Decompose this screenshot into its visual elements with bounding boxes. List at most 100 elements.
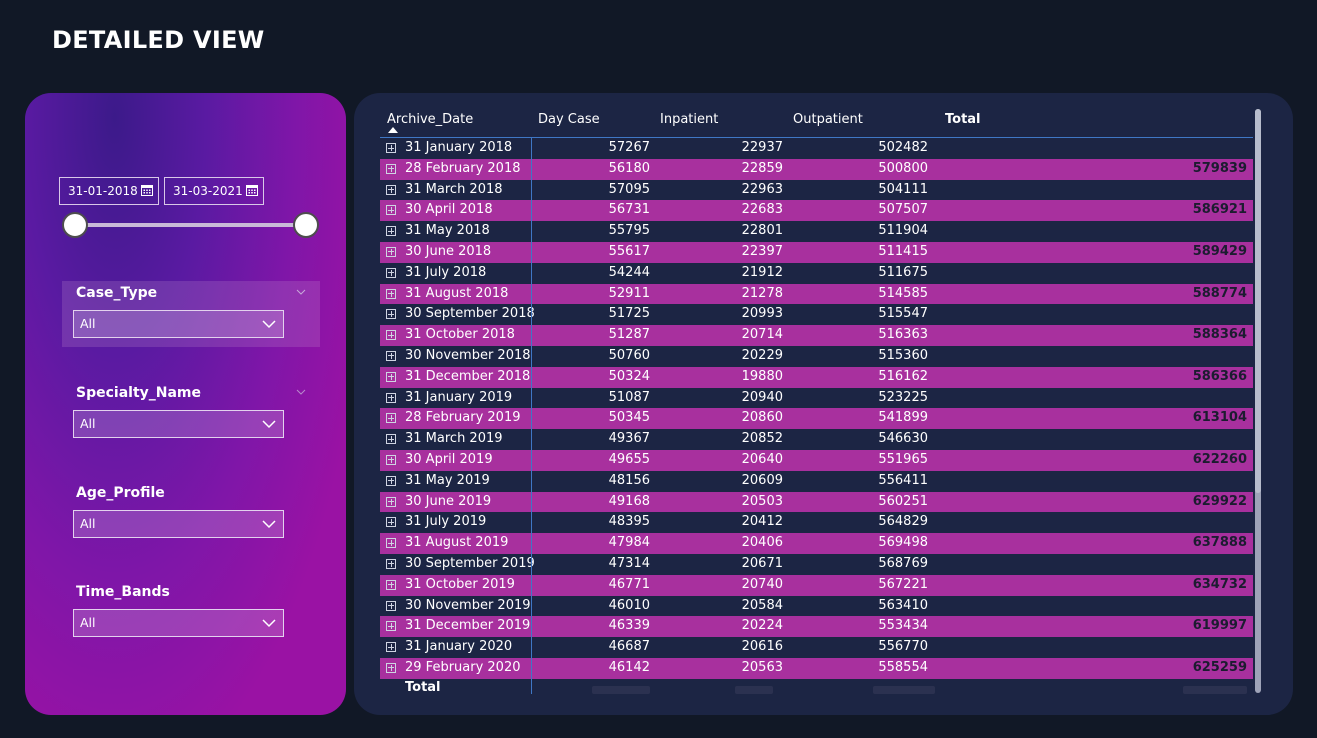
header-day-case[interactable]: Day Case xyxy=(538,112,600,127)
calendar-icon[interactable] xyxy=(141,184,153,196)
expand-icon[interactable] xyxy=(386,163,396,174)
cell-day-case: 51725 xyxy=(608,306,650,322)
cell-archive-date: 30 November 2018 xyxy=(405,347,531,363)
cell-day-case: 48395 xyxy=(608,514,650,530)
expand-icon[interactable] xyxy=(386,454,396,465)
expand-icon[interactable] xyxy=(386,288,396,299)
expand-icon[interactable] xyxy=(386,642,396,653)
table-row[interactable]: 31 August 2018 52911 21278 514585 588774 xyxy=(380,283,1253,305)
cell-archive-date: 30 September 2018 xyxy=(405,306,535,322)
cell-outpatient: 568769 xyxy=(878,555,928,571)
expand-icon[interactable] xyxy=(386,475,396,486)
cell-inpatient: 22963 xyxy=(741,181,783,197)
expand-icon[interactable] xyxy=(386,371,396,382)
expand-icon[interactable] xyxy=(386,621,396,632)
chevron-down-icon[interactable] xyxy=(296,387,306,397)
cell-outpatient: 515547 xyxy=(878,306,928,322)
dropdown-value: All xyxy=(80,615,96,630)
scrollbar-thumb[interactable] xyxy=(1255,109,1261,493)
table-row[interactable]: 30 June 2019 49168 20503 560251 629922 xyxy=(380,491,1253,513)
chevron-down-icon[interactable] xyxy=(296,287,306,297)
table-row[interactable]: 30 June 2018 55617 22397 511415 589429 xyxy=(380,241,1253,263)
header-archive-date[interactable]: Archive_Date xyxy=(387,112,473,127)
cell-inpatient: 20616 xyxy=(741,639,783,655)
slicer-label: Age_Profile xyxy=(76,485,165,501)
expand-icon[interactable] xyxy=(386,246,396,257)
vertical-scrollbar[interactable] xyxy=(1253,107,1263,695)
case-type-dropdown[interactable]: All xyxy=(73,310,284,338)
table-row[interactable]: 31 July 2018 54244 21912 511675 xyxy=(380,263,1253,284)
dropdown-value: All xyxy=(80,416,96,431)
expand-icon[interactable] xyxy=(386,184,396,195)
slicer-label: Case_Type xyxy=(76,285,158,301)
table-row[interactable]: 31 March 2019 49367 20852 546630 xyxy=(380,429,1253,450)
date-range-slider-track[interactable] xyxy=(75,223,307,227)
table-row[interactable]: 31 May 2018 55795 22801 511904 xyxy=(380,221,1253,242)
expand-icon[interactable] xyxy=(386,226,396,237)
expand-icon[interactable] xyxy=(386,662,396,673)
expand-icon[interactable] xyxy=(386,330,396,341)
cell-inpatient: 21912 xyxy=(741,264,783,280)
expand-icon[interactable] xyxy=(386,205,396,216)
expand-icon[interactable] xyxy=(386,267,396,278)
expand-icon[interactable] xyxy=(386,496,396,507)
table-row[interactable]: 31 October 2019 46771 20740 567221 634732 xyxy=(380,574,1253,596)
cell-day-case: 46142 xyxy=(608,659,650,675)
table-row[interactable]: 28 February 2018 56180 22859 500800 579839 xyxy=(380,158,1253,180)
table-row[interactable]: 30 November 2019 46010 20584 563410 xyxy=(380,596,1253,617)
expand-icon[interactable] xyxy=(386,413,396,424)
table-body: 31 January 2018 57267 22937 502482 28 Februa… xyxy=(380,138,1253,699)
cell-archive-date: 31 March 2018 xyxy=(405,181,503,197)
cell-total: 619997 xyxy=(1192,618,1247,634)
cell-inpatient: 20563 xyxy=(741,659,783,675)
table-row[interactable]: 30 April 2018 56731 22683 507507 586921 xyxy=(380,200,1253,222)
expand-icon[interactable] xyxy=(386,600,396,611)
expand-icon[interactable] xyxy=(386,392,396,403)
table-row[interactable]: 29 February 2020 46142 20563 558554 625259 xyxy=(380,657,1253,679)
table-row[interactable]: 31 August 2019 47984 20406 569498 637888 xyxy=(380,533,1253,554)
slicer-label: Time_Bands xyxy=(76,584,170,600)
age-profile-dropdown[interactable]: All xyxy=(73,510,284,538)
specialty-name-dropdown[interactable]: All xyxy=(73,410,284,438)
table-row[interactable]: 31 July 2019 48395 20412 564829 xyxy=(380,512,1253,533)
date-range-start-handle[interactable] xyxy=(62,212,88,238)
table-row[interactable]: 31 January 2018 57267 22937 502482 xyxy=(380,138,1253,159)
table-row[interactable]: 30 September 2019 47314 20671 568769 xyxy=(380,554,1253,575)
table-panel: Archive_Date Day Case Inpatient Outpatie… xyxy=(354,93,1293,715)
table-row[interactable]: 30 September 2018 51725 20993 515547 xyxy=(380,304,1253,325)
table-row[interactable]: 30 November 2018 50760 20229 515360 xyxy=(380,346,1253,367)
expand-icon[interactable] xyxy=(386,434,396,445)
start-date-field[interactable]: 31-01-2018 xyxy=(59,177,159,205)
cell-archive-date: 31 August 2019 xyxy=(405,535,509,551)
table-row[interactable]: 31 January 2019 51087 20940 523225 xyxy=(380,388,1253,409)
expand-icon[interactable] xyxy=(386,309,396,320)
date-range-end-handle[interactable] xyxy=(293,212,319,238)
table-row[interactable]: 31 May 2019 48156 20609 556411 xyxy=(380,471,1253,492)
expand-icon[interactable] xyxy=(386,350,396,361)
time-bands-dropdown[interactable]: All xyxy=(73,609,284,637)
end-date-field[interactable]: 31-03-2021 xyxy=(164,177,264,205)
table-row[interactable]: 31 December 2019 46339 20224 553434 619997 xyxy=(380,616,1253,638)
header-inpatient[interactable]: Inpatient xyxy=(660,112,718,127)
expand-icon[interactable] xyxy=(386,517,396,528)
header-outpatient[interactable]: Outpatient xyxy=(793,112,863,127)
table-row[interactable]: 31 December 2018 50324 19880 516162 586366 xyxy=(380,366,1253,388)
table-row[interactable]: 31 March 2018 57095 22963 504111 xyxy=(380,180,1253,201)
expand-icon[interactable] xyxy=(386,558,396,569)
table-row[interactable]: 31 October 2018 51287 20714 516363 588364 xyxy=(380,325,1253,346)
cell-inpatient: 22859 xyxy=(741,160,783,176)
header-total[interactable]: Total xyxy=(945,112,981,127)
calendar-icon[interactable] xyxy=(246,184,258,196)
cell-day-case: 54244 xyxy=(608,264,650,280)
cell-outpatient: 500800 xyxy=(878,160,928,176)
expand-icon[interactable] xyxy=(386,579,396,590)
cell-inpatient: 20740 xyxy=(741,576,783,592)
cell-outpatient: 569498 xyxy=(878,535,928,551)
cell-day-case: 55617 xyxy=(608,243,650,259)
expand-icon[interactable] xyxy=(386,538,396,549)
table-row[interactable]: 31 January 2020 46687 20616 556770 xyxy=(380,637,1253,658)
expand-icon[interactable] xyxy=(386,143,396,153)
table-row[interactable]: 28 February 2019 50345 20860 541899 613104 xyxy=(380,408,1253,430)
table-row[interactable]: 30 April 2019 49655 20640 551965 622260 xyxy=(380,449,1253,471)
cell-inpatient: 20224 xyxy=(741,618,783,634)
